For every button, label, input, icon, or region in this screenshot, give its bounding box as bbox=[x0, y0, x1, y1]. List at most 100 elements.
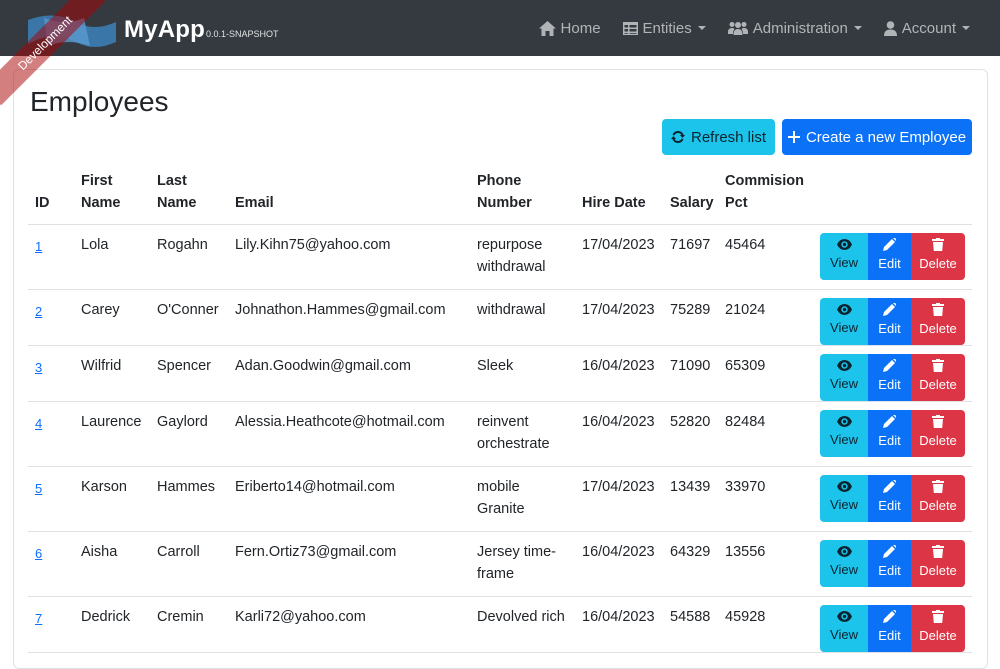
cell-hire-date: 16/04/2023 bbox=[575, 596, 663, 653]
nav-account[interactable]: Account bbox=[883, 20, 970, 37]
cell-salary: 52820 bbox=[663, 401, 718, 467]
nav-entities[interactable]: Entities bbox=[622, 20, 706, 37]
edit-label: Edit bbox=[878, 256, 901, 271]
column-header-first-name[interactable]: First Name bbox=[74, 164, 150, 225]
row-action-group: View Edit Delete bbox=[820, 233, 965, 280]
cell-first-name: Lola bbox=[74, 224, 150, 290]
edit-button[interactable]: Edit bbox=[868, 540, 911, 587]
column-header-id[interactable]: ID bbox=[28, 164, 74, 225]
view-button[interactable]: View bbox=[820, 605, 868, 652]
view-button[interactable]: View bbox=[820, 354, 868, 401]
employee-id-link[interactable]: 6 bbox=[35, 546, 42, 561]
row-action-group: View Edit Delete bbox=[820, 354, 965, 401]
delete-button[interactable]: Delete bbox=[911, 354, 965, 401]
plus-icon bbox=[787, 131, 800, 143]
employees-table: ID First Name Last Name Email Phone Number … bbox=[28, 164, 972, 653]
cell-id: 6 bbox=[28, 531, 74, 597]
cell-last-name: Hammes bbox=[150, 466, 228, 532]
eye-icon bbox=[836, 304, 852, 315]
cell-hire-date: 17/04/2023 bbox=[575, 466, 663, 532]
column-header-actions bbox=[820, 164, 972, 225]
employee-id-link[interactable]: 4 bbox=[35, 416, 42, 431]
pencil-icon bbox=[883, 610, 896, 623]
nav-menu: Home Entities Administration Account bbox=[538, 0, 970, 56]
navbar: MyApp 0.0.1-SNAPSHOT Home Entities Admin… bbox=[0, 0, 1000, 56]
nav-administration[interactable]: Administration bbox=[727, 20, 862, 37]
edit-button[interactable]: Edit bbox=[868, 410, 911, 457]
edit-label: Edit bbox=[878, 433, 901, 448]
view-button[interactable]: View bbox=[820, 298, 868, 345]
cell-id: 3 bbox=[28, 345, 74, 402]
cell-commission-pct: 33970 bbox=[718, 466, 820, 532]
employee-id-link[interactable]: 1 bbox=[35, 239, 42, 254]
table-row: 6 Aisha Carroll Fern.Ortiz73@gmail.com J… bbox=[28, 531, 972, 597]
view-button[interactable]: View bbox=[820, 233, 868, 280]
employee-id-link[interactable]: 2 bbox=[35, 304, 42, 319]
edit-button[interactable]: Edit bbox=[868, 233, 911, 280]
view-button[interactable]: View bbox=[820, 540, 868, 587]
cell-commission-pct: 45928 bbox=[718, 596, 820, 653]
view-button[interactable]: View bbox=[820, 410, 868, 457]
delete-label: Delete bbox=[919, 256, 957, 271]
eye-icon bbox=[836, 546, 852, 557]
cell-commission-pct: 65309 bbox=[718, 345, 820, 402]
view-label: View bbox=[830, 320, 858, 335]
cell-email: Alessia.Heathcote@hotmail.com bbox=[228, 401, 470, 467]
row-action-group: View Edit Delete bbox=[820, 540, 965, 587]
cell-commission-pct: 45464 bbox=[718, 224, 820, 290]
delete-label: Delete bbox=[919, 433, 957, 448]
edit-label: Edit bbox=[878, 498, 901, 513]
nav-home[interactable]: Home bbox=[538, 20, 601, 37]
view-label: View bbox=[830, 376, 858, 391]
delete-button[interactable]: Delete bbox=[911, 540, 965, 587]
edit-label: Edit bbox=[878, 628, 901, 643]
cell-hire-date: 16/04/2023 bbox=[575, 531, 663, 597]
row-action-group: View Edit Delete bbox=[820, 298, 965, 345]
column-header-hire-date[interactable]: Hire Date bbox=[575, 164, 663, 225]
trash-icon bbox=[932, 480, 944, 493]
pencil-icon bbox=[883, 545, 896, 558]
cell-id: 1 bbox=[28, 224, 74, 290]
cell-last-name: Spencer bbox=[150, 345, 228, 402]
delete-button[interactable]: Delete bbox=[911, 605, 965, 652]
row-action-group: View Edit Delete bbox=[820, 475, 965, 522]
brand-name[interactable]: MyApp bbox=[124, 16, 205, 44]
cell-hire-date: 16/04/2023 bbox=[575, 345, 663, 402]
cell-commission-pct: 13556 bbox=[718, 531, 820, 597]
cell-email: Lily.Kihn75@yahoo.com bbox=[228, 224, 470, 290]
pencil-icon bbox=[883, 415, 896, 428]
delete-button[interactable]: Delete bbox=[911, 233, 965, 280]
column-header-last-name[interactable]: Last Name bbox=[150, 164, 228, 225]
cell-phone-number: Sleek bbox=[470, 345, 575, 402]
view-button[interactable]: View bbox=[820, 475, 868, 522]
edit-button[interactable]: Edit bbox=[868, 605, 911, 652]
edit-label: Edit bbox=[878, 321, 901, 336]
cell-last-name: Gaylord bbox=[150, 401, 228, 467]
cell-last-name: Rogahn bbox=[150, 224, 228, 290]
employee-id-link[interactable]: 5 bbox=[35, 481, 42, 496]
employee-id-link[interactable]: 3 bbox=[35, 360, 42, 375]
create-employee-button[interactable]: Create a new Employee bbox=[782, 119, 972, 155]
delete-button[interactable]: Delete bbox=[911, 298, 965, 345]
delete-label: Delete bbox=[919, 563, 957, 578]
edit-button[interactable]: Edit bbox=[868, 475, 911, 522]
delete-button[interactable]: Delete bbox=[911, 410, 965, 457]
table-icon bbox=[622, 21, 638, 35]
table-row: 7 Dedrick Cremin Karli72@yahoo.com Devol… bbox=[28, 596, 972, 653]
edit-button[interactable]: Edit bbox=[868, 354, 911, 401]
column-header-phone-number[interactable]: Phone Number bbox=[470, 164, 575, 225]
refresh-list-button[interactable]: Refresh list bbox=[662, 119, 775, 155]
column-header-email[interactable]: Email bbox=[228, 164, 470, 225]
trash-icon bbox=[932, 238, 944, 251]
cell-phone-number: repurpose withdrawal bbox=[470, 224, 575, 290]
employee-id-link[interactable]: 7 bbox=[35, 611, 42, 626]
column-header-commission-pct[interactable]: Commision Pct bbox=[718, 164, 820, 225]
cell-email: Karli72@yahoo.com bbox=[228, 596, 470, 653]
edit-button[interactable]: Edit bbox=[868, 298, 911, 345]
cell-hire-date: 17/04/2023 bbox=[575, 224, 663, 290]
cell-email: Eriberto14@hotmail.com bbox=[228, 466, 470, 532]
column-header-salary[interactable]: Salary bbox=[663, 164, 718, 225]
delete-label: Delete bbox=[919, 498, 957, 513]
cell-email: Adan.Goodwin@gmail.com bbox=[228, 345, 470, 402]
delete-button[interactable]: Delete bbox=[911, 475, 965, 522]
